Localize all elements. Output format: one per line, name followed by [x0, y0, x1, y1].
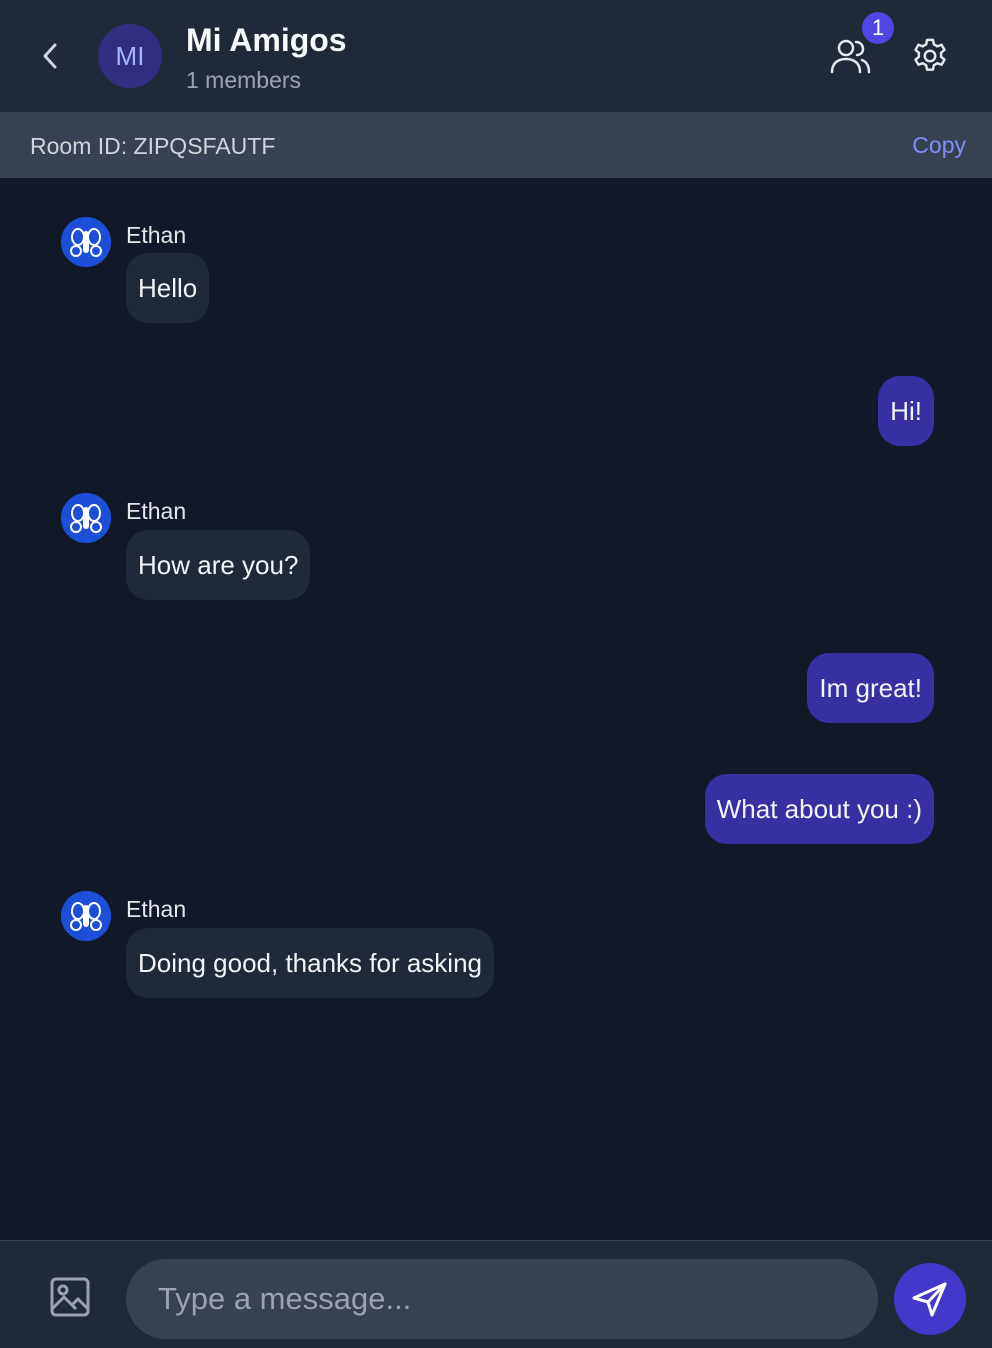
avatar-icon: [61, 891, 111, 941]
sender-avatar[interactable]: [61, 217, 111, 267]
sender-name: Ethan: [126, 896, 187, 922]
back-button[interactable]: [36, 40, 64, 72]
chevron-left-icon: [43, 43, 57, 69]
image-icon: [50, 1277, 90, 1317]
sender-name: Ethan: [126, 498, 187, 524]
settings-button[interactable]: [906, 34, 954, 78]
sender-name: Ethan: [126, 222, 187, 248]
avatar-icon: [61, 493, 111, 543]
message-composer: [0, 1240, 992, 1348]
message-bubble-outgoing: What about you :): [704, 774, 934, 844]
member-count: 1 members: [186, 67, 302, 93]
message-bubble-incoming: Hello: [126, 253, 210, 323]
attach-image-button[interactable]: [46, 1275, 94, 1319]
members-button[interactable]: [826, 34, 874, 78]
chat-header: MI Mi Amigos 1 members 1: [0, 0, 992, 113]
message-input[interactable]: [126, 1259, 878, 1339]
message-bubble-incoming: How are you?: [126, 530, 311, 600]
message-bubble-outgoing: Hi!: [878, 376, 934, 446]
sender-avatar[interactable]: [61, 891, 111, 941]
copy-room-id-button[interactable]: Copy: [912, 132, 966, 159]
room-avatar: MI: [98, 24, 162, 88]
room-id-bar: Room ID: ZIPQSFAUTF Copy: [0, 113, 992, 178]
message-bubble-incoming: Doing good, thanks for asking: [126, 928, 494, 998]
send-icon: [912, 1282, 947, 1317]
member-count-badge: 1: [862, 12, 894, 44]
send-button[interactable]: [894, 1263, 966, 1335]
gear-icon: [914, 38, 946, 71]
message-bubble-outgoing: Im great!: [807, 653, 934, 723]
avatar-icon: [61, 217, 111, 267]
sender-avatar[interactable]: [61, 493, 111, 543]
users-icon: [830, 39, 871, 74]
room-title: Mi Amigos: [186, 22, 347, 58]
room-id: Room ID: ZIPQSFAUTF: [30, 133, 276, 159]
